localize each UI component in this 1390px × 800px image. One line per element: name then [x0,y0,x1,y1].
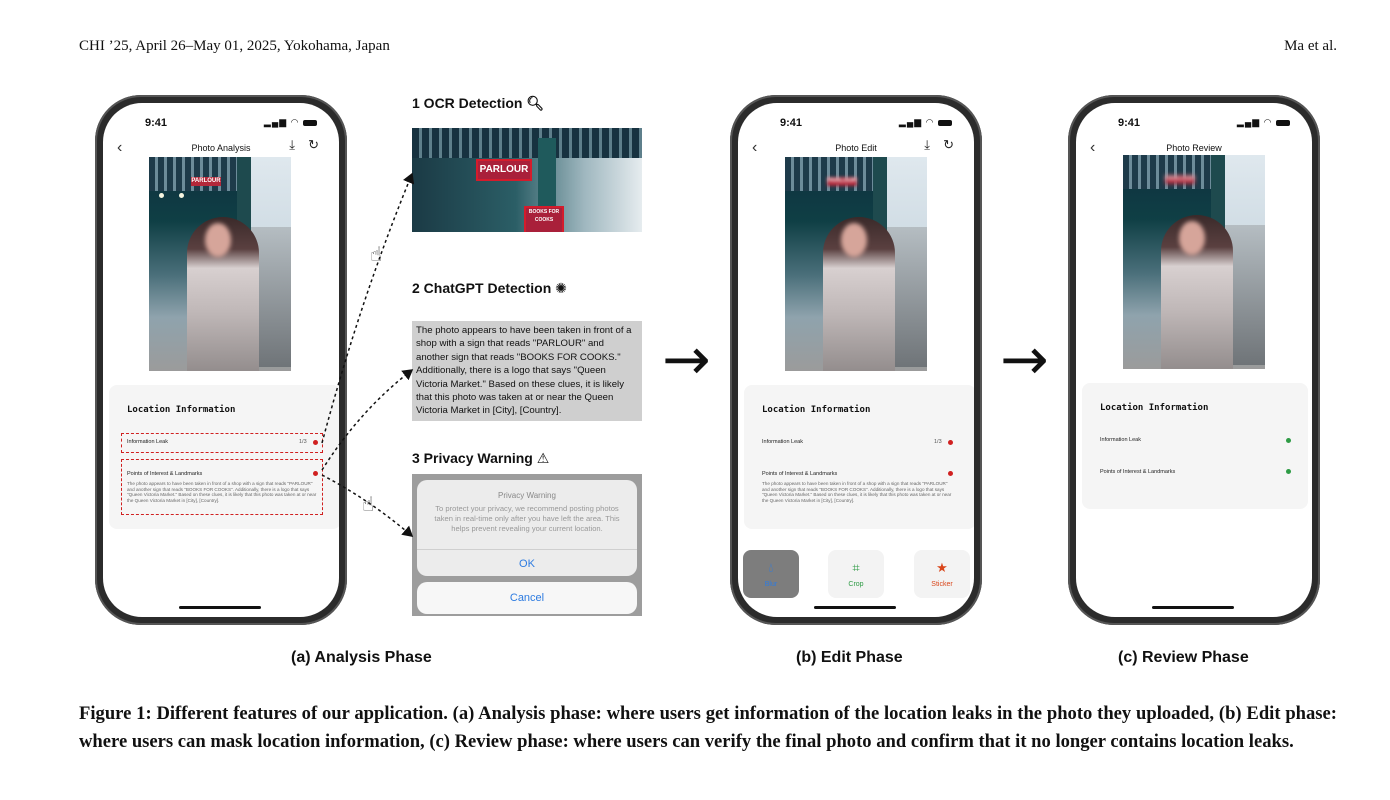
nav-title: Photo Review [1166,143,1222,153]
status-icons: ▂▄▆ ◠ [1237,117,1290,128]
status-icons: ▂▄▆ ◠ [899,117,952,128]
droplet-icon: 💧︎ [768,560,774,575]
row-points-of-interest[interactable]: Points of Interest & Landmarks [762,471,837,477]
tool-crop-label: Crop [848,581,864,588]
photo-sign-blurred: PARLOUR [827,177,857,186]
final-photo: PARLOUR [1123,155,1265,369]
location-info-card: Location Information Information Leak 1/… [744,385,974,529]
connector-to-gpt [321,369,414,471]
caption-edit: (b) Edit Phase [796,649,903,666]
poi-description: The photo appears to have been taken in … [762,481,952,503]
info-title: Location Information [762,405,871,415]
status-dot-red [948,471,953,476]
tool-blur-label: Blur [764,581,778,588]
phone-screen: 9:41 ▂▄▆ ◠ ‹ Photo Review PARLOUR Locati… [1076,103,1312,617]
status-dot-green [1286,438,1291,443]
caption-analysis: (a) Analysis Phase [291,649,432,666]
info-title: Location Information [1100,403,1209,413]
tool-sticker-label: Sticker [931,581,953,588]
download-icon[interactable]: ⤓ [924,137,930,153]
tool-sticker-button[interactable]: ★ Sticker [914,550,970,598]
location-info-card: Location Information Information Leak Po… [1082,383,1308,509]
leak-count: 1/3 [934,439,942,445]
right-arrow-icon: → [662,325,711,393]
status-dot-red [948,440,953,445]
tool-blur-button[interactable]: 💧︎ Blur [743,550,799,598]
home-indicator [814,606,896,609]
status-time: 9:41 [1118,117,1141,129]
status-time: 9:41 [780,117,803,129]
connector-to-warning [321,474,414,537]
nav-title: Photo Edit [835,143,877,153]
row-information-leak[interactable]: Information Leak [762,439,803,445]
photo-face-blurred [841,223,867,257]
home-indicator [1152,606,1234,609]
battery-icon [938,119,952,126]
right-arrow-icon: → [1000,325,1049,393]
row-points-of-interest[interactable]: Points of Interest & Landmarks [1100,469,1175,475]
figure-caption: Figure 1: Different features of our appl… [79,703,1337,752]
phone-review: 9:41 ▂▄▆ ◠ ‹ Photo Review PARLOUR Locati… [1068,95,1320,625]
phone-screen: 9:41 ▂▄▆ ◠ ‹ Photo Edit ⤓ ↻ PARLOUR Loca… [738,103,974,617]
undo-icon[interactable]: ↻ [943,137,954,153]
photo-sign-blurred: PARLOUR [1165,175,1195,184]
connector-to-ocr [321,172,415,444]
row-information-leak[interactable]: Information Leak [1100,437,1141,443]
crop-icon: ⌗ [852,560,860,575]
status-dot-green [1286,469,1291,474]
edited-photo: PARLOUR [785,157,927,371]
caption-review: (c) Review Phase [1118,649,1249,666]
phone-edit: 9:41 ▂▄▆ ◠ ‹ Photo Edit ⤓ ↻ PARLOUR Loca… [730,95,982,625]
star-icon: ★ [936,560,948,575]
battery-icon [1276,119,1290,126]
tool-crop-button[interactable]: ⌗ Crop [828,550,884,598]
photo-face-blurred [1179,221,1205,255]
